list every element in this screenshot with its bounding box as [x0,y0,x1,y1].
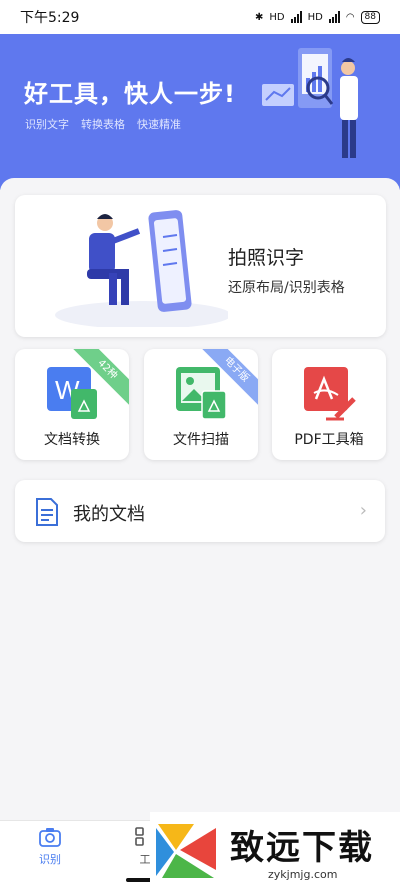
hero-title: 好工具，快人一步! [24,80,236,108]
photo-ocr-subtitle: 还原布局/识别表格 [228,280,345,296]
hero-tag: 识别文字 [25,118,69,131]
network-label-1: HD [269,11,285,23]
file-scan-label: 文件扫描 [173,432,229,448]
word-convert-icon: W [47,367,97,419]
pdf-toolbox-label: PDF工具箱 [294,432,364,448]
photo-ocr-card[interactable]: 拍照识字 还原布局/识别表格 [15,195,386,337]
pdf-toolbox-tile[interactable]: PDF工具箱 [272,349,386,460]
status-time: 下午5:29 [20,10,80,26]
hero-tag: 转换表格 [81,118,125,131]
tab-recognize[interactable]: 识别 [30,827,70,867]
brand-url: zykjmjg.com [268,868,338,881]
hero-tags: 识别文字 转换表格 快速精准 [25,116,181,132]
file-scan-tile[interactable]: 电子版 文件扫描 [144,349,258,460]
my-documents-label: 我的文档 [73,504,145,525]
chevron-right-icon: › [359,500,367,521]
brand-logo-icon [156,824,216,878]
brand-name: 致远下载 [230,828,374,868]
document-icon [36,498,58,526]
hero-illustration [262,48,358,158]
tab-tools-label: 工 [139,853,151,866]
doc-convert-tile[interactable]: 42种 W 文档转换 [15,349,129,460]
tab-recognize-label: 识别 [39,853,61,866]
wifi-icon: ◠ [345,11,355,23]
bluetooth-icon: ✱ [254,11,264,23]
battery-icon: 88 [360,10,380,24]
pdf-icon [304,367,356,421]
photo-ocr-title: 拍照识字 [228,247,305,269]
image-scan-icon [176,367,227,420]
signal-icon-2 [328,11,340,23]
signal-icon [290,11,302,23]
network-label-2: HD [307,11,323,23]
watermark: 致远下载 zykjmjg.com [150,812,400,888]
my-documents-row[interactable]: 我的文档 › [15,480,385,542]
photo-ocr-illustration [55,210,228,327]
doc-convert-label: 文档转换 [44,432,100,448]
hero-tag: 快速精准 [137,118,181,131]
status-bar: 下午5:29 ✱ HD HD ◠ 88 [0,0,400,34]
camera-icon [39,828,61,847]
